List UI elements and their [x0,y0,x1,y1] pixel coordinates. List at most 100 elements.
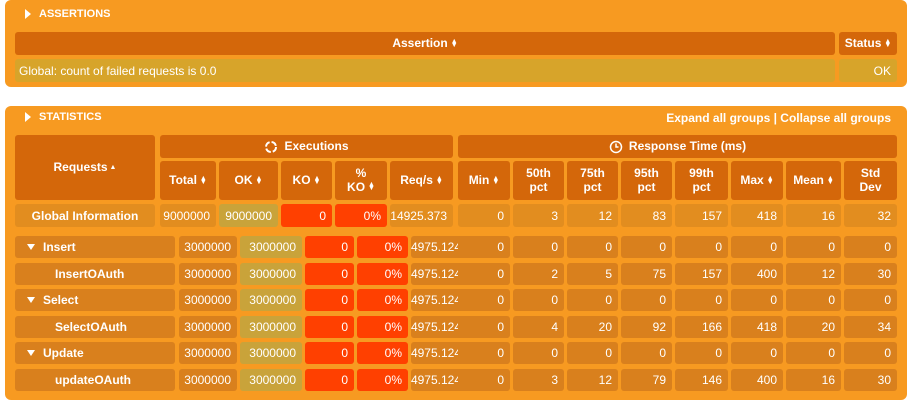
total-column-header[interactable]: Total ▲ ▼ [160,161,216,200]
sort-icon: ▲ ▼ [368,181,375,193]
row-pct-ko: 0% [357,368,408,391]
reqs-header-label: Req/s [400,172,433,187]
max-header-label: Max [740,172,764,187]
ko-column-header[interactable]: KO ▲ ▼ [281,161,332,200]
row-ko: 0 [305,236,354,258]
row-mean: 12 [786,262,841,285]
row-label: InsertOAuth [55,266,125,281]
request-row-name: InsertOAuth [15,262,175,285]
row-p99: 0 [675,236,728,258]
row-p99: 146 [675,368,728,391]
row-p75: 0 [567,342,618,364]
p50-header-line2: pct [529,179,548,194]
row-max: 0 [731,289,783,311]
assertion-column-header[interactable]: Assertion ▲ ▼ [15,32,835,55]
collapse-triangle-icon[interactable] [27,350,35,356]
p50-header-line1: 50th [526,166,551,181]
p99-header-line2: pct [692,179,711,194]
clock-icon [609,140,623,153]
p50-column-header[interactable]: 50th pct [513,161,564,200]
assertions-toggle[interactable]: ASSERTIONS [25,8,111,20]
std-header-line2: Dev [859,179,882,194]
statistics-toggle[interactable]: STATISTICS [25,111,102,123]
row-p95: 0 [621,342,672,364]
total-header-label: Total [169,172,197,187]
pct-ko-column-header[interactable]: % KO ▲ ▼ [335,161,387,200]
min-column-header[interactable]: Min ▲ ▼ [458,161,510,200]
sort-icon: ▲ ▼ [255,174,263,186]
request-row-name: updateOAuth [15,368,175,391]
sort-icon: ▲ ▼ [766,174,774,186]
assertions-panel: ASSERTIONS Assertion ▲ ▼ Status ▲ ▼ Global… [5,0,907,87]
collapse-triangle-icon[interactable] [27,244,35,250]
p99-column-header[interactable]: 99th pct [675,161,728,200]
row-std: 30 [844,262,897,285]
row-total: 3000000 [179,315,237,338]
executions-group-label: Executions [284,138,349,153]
status-header-label: Status [844,35,882,50]
expand-triangle-icon [25,9,31,19]
row-mean: 16 [786,368,841,391]
row-total: 3000000 [179,342,237,364]
global-p50: 3 [513,204,564,227]
row-max: 400 [731,368,783,391]
p99-header-line1: 99th [689,166,714,181]
row-mean: 0 [786,342,841,364]
link-separator: | [773,111,777,125]
row-ok: 3000000 [240,342,302,364]
row-p95: 79 [621,368,672,391]
row-p50: 2 [513,262,564,285]
row-pct-ko: 0% [357,289,408,311]
assertion-header-label: Assertion [392,35,448,50]
row-ko: 0 [305,368,354,391]
row-std: 0 [844,342,897,364]
group-row-name[interactable]: Insert [15,236,175,258]
assertion-row-status: OK [839,59,897,82]
response-time-group-header: Response Time (ms) [458,135,897,158]
row-p99: 157 [675,262,728,285]
row-p99: 166 [675,315,728,338]
global-ko: 0 [281,204,332,227]
row-pct-ko: 0% [357,315,408,338]
row-ok: 3000000 [240,315,302,338]
max-column-header[interactable]: Max ▲ ▼ [731,161,783,200]
row-std: 0 [844,289,897,311]
std-column-header[interactable]: Std Dev [844,161,897,200]
reqs-column-header[interactable]: Req/s ▲ ▼ [390,161,453,200]
requests-column-header[interactable]: Requests ▲ [15,135,155,200]
expand-all-groups-link[interactable]: Expand all groups [666,111,770,125]
row-ko: 0 [305,262,354,285]
sort-icon: ▲ ▼ [450,37,458,49]
global-std: 32 [844,204,897,227]
p75-column-header[interactable]: 75th pct [567,161,618,200]
row-p50: 3 [513,368,564,391]
sort-icon: ▲ ▼ [492,174,500,186]
group-row-name[interactable]: Select [15,289,175,311]
assertion-row-text: Global: count of failed requests is 0.0 [15,59,835,82]
global-p75: 12 [567,204,618,227]
status-column-header[interactable]: Status ▲ ▼ [839,32,897,55]
row-p99: 0 [675,342,728,364]
mean-column-header[interactable]: Mean ▲ ▼ [786,161,841,200]
row-mean: 0 [786,289,841,311]
ko-header-label: KO [292,172,311,187]
statistics-title: STATISTICS [39,111,102,123]
row-min: 0 [458,342,510,364]
expand-triangle-icon [25,112,31,122]
row-p50: 0 [513,289,564,311]
row-p99: 0 [675,289,728,311]
min-header-label: Min [468,172,490,187]
collapse-triangle-icon[interactable] [27,297,35,303]
ok-column-header[interactable]: OK ▲ ▼ [219,161,278,200]
collapse-all-groups-link[interactable]: Collapse all groups [780,111,891,125]
sort-icon: ▲ ▼ [199,174,207,186]
mean-header-label: Mean [793,172,824,187]
row-p95: 0 [621,236,672,258]
p95-column-header[interactable]: 95th pct [621,161,672,200]
group-row-name[interactable]: Update [15,342,175,364]
row-max: 0 [731,236,783,258]
row-std: 30 [844,368,897,391]
global-min: 0 [458,204,510,227]
row-ko: 0 [305,315,354,338]
row-ko: 0 [305,289,354,311]
